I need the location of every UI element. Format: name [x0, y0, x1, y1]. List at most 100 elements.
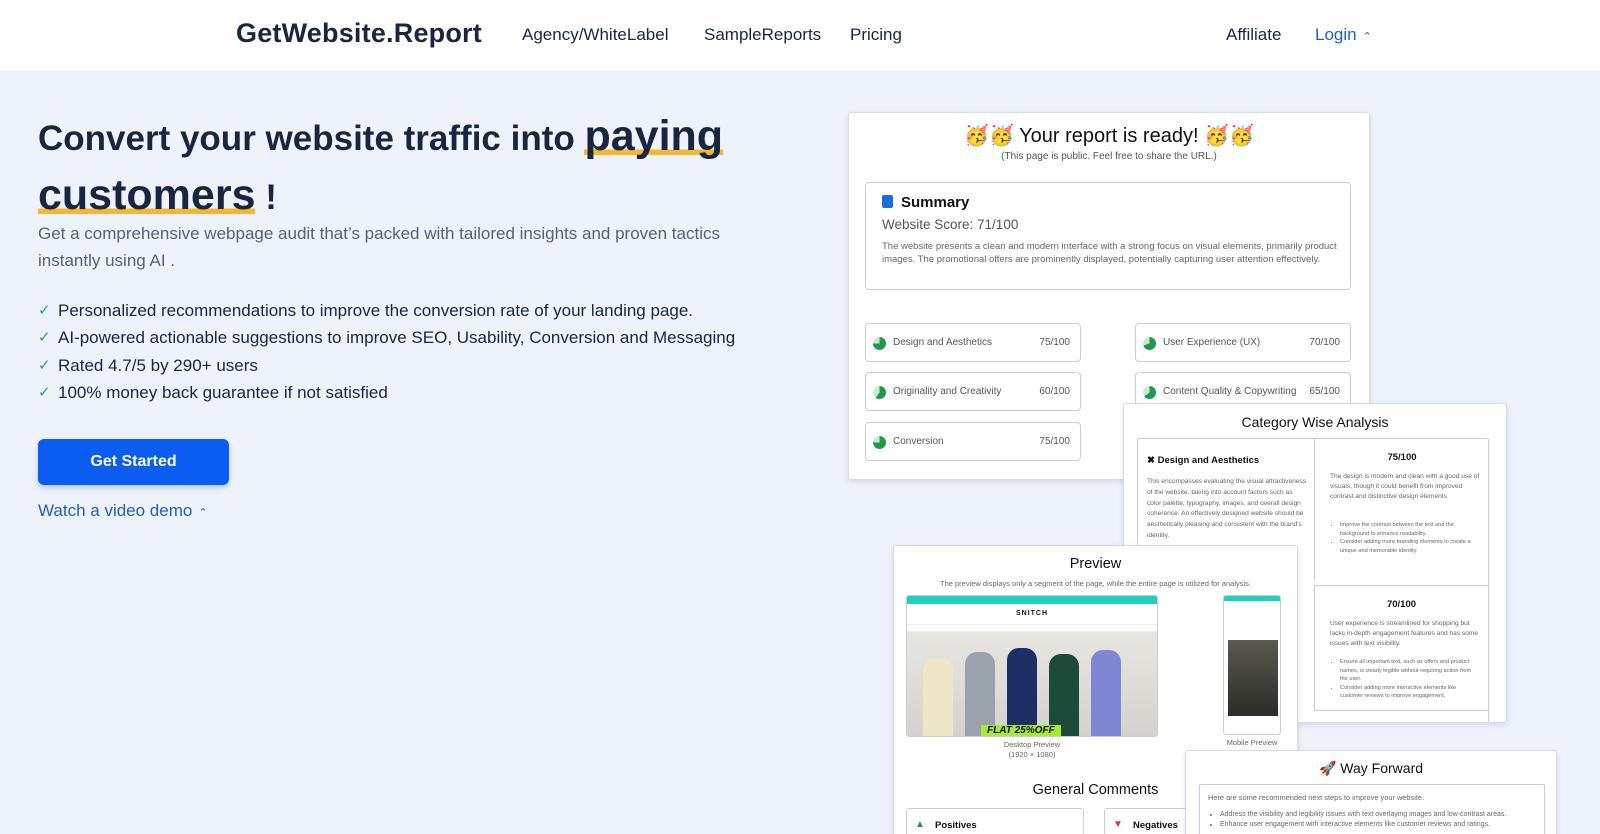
score-pie-icon [873, 436, 886, 449]
brand-logo[interactable]: GetWebsite.Report [236, 18, 482, 49]
nav-link-pricing[interactable]: Pricing [850, 25, 902, 45]
category-name: Design and Aesthetics [893, 337, 992, 348]
way-forward-bullets: Address the visibility and legibility is… [1208, 810, 1538, 829]
hero-title: Convert your website traffic into paying… [38, 108, 798, 226]
nav-link-sample-reports[interactable]: SampleReports [704, 25, 821, 45]
desktop-preview-image: SNITCH FLAT 25%OFF [906, 595, 1158, 737]
site-logo: SNITCH [1015, 610, 1049, 617]
report-note: (This page is public. Feel free to share… [1001, 151, 1217, 162]
way-forward-title: Way Forward [1340, 760, 1424, 776]
way-forward-text: Here are some recommended next steps to … [1208, 793, 1425, 802]
category-analysis-heading: ✖ Design and Aesthetics [1147, 455, 1259, 466]
hero-title-highlight-1: paying [584, 112, 724, 160]
panel-bullets: Improve the contrast between the text an… [1330, 521, 1480, 555]
top-navbar: GetWebsite.Report Agency/WhiteLabel Samp… [0, 0, 1600, 70]
models-photo: FLAT 25%OFF [907, 632, 1157, 736]
mobile-topbar [1224, 596, 1280, 601]
mobile-preview-image [1223, 595, 1281, 735]
desktop-caption: Desktop Preview (1920 × 1080) [906, 740, 1158, 760]
panel-bullet: Ensure all important text, such as offer… [1340, 658, 1480, 684]
positives-box: ▲ Positives [906, 808, 1084, 834]
desktop-caption-label: Desktop Preview [1003, 740, 1061, 749]
panel-bullets: Ensure all important text, such as offer… [1330, 658, 1480, 701]
person-figure [1007, 648, 1037, 736]
summary-text: The website presents a clean and modern … [882, 241, 1337, 265]
category-name: Conversion [893, 436, 944, 447]
mobile-caption: Mobile Preview [1226, 738, 1278, 747]
feature-item: ✓ Rated 4.7/5 by 290+ users [38, 352, 735, 379]
preview-title: Preview [1069, 556, 1122, 572]
person-figure [1091, 650, 1121, 736]
document-icon [882, 195, 893, 208]
person-figure [923, 658, 953, 736]
feature-text: Rated 4.7/5 by 290+ users [58, 355, 258, 375]
thumbs-up-icon: ▲ [915, 819, 925, 830]
summary-heading: Summary [882, 194, 969, 211]
summary-title: Summary [901, 194, 970, 211]
negatives-label: Negatives [1133, 820, 1178, 831]
check-icon: ✓ [38, 329, 51, 347]
score-pie-icon [1143, 337, 1156, 350]
way-forward-bullet: Address the visibility and legibility is… [1220, 810, 1538, 820]
panel-bullet: Improve the contrast between the text an… [1340, 521, 1480, 538]
panel-description: The design is modern and clean with a go… [1330, 473, 1480, 500]
panel-score: 75/100 [1387, 452, 1417, 463]
desktop-caption-size: (1920 × 1080) [1008, 750, 1056, 759]
category-score: 65/100 [1309, 386, 1340, 397]
category-analysis-text: This encompasses evaluating the visual a… [1147, 478, 1307, 539]
category-analysis-head-text: Design and Aesthetics [1157, 455, 1260, 466]
category-name: User Experience (UX) [1163, 337, 1261, 348]
site-offer-strip [907, 624, 1157, 632]
way-forward-card: 🚀 Way Forward Here are some recommended … [1185, 750, 1557, 834]
panel-bullet: Consider adding more branding elements t… [1340, 538, 1480, 555]
get-started-button[interactable]: Get Started [38, 439, 229, 485]
panel-description: User experience is streamlined for shopp… [1330, 620, 1479, 647]
score-pie-icon [1143, 386, 1156, 399]
feature-item: ✓ 100% money back guarantee if not satisf… [38, 379, 735, 406]
category-chip: Conversion 75/100 [865, 422, 1081, 461]
score-pie-icon [873, 386, 886, 399]
way-forward-heading: 🚀 Way Forward [1186, 760, 1556, 777]
feature-text: Personalized recommendations to improve … [58, 301, 694, 320]
panel-score: 70/100 [1386, 599, 1417, 610]
score-panel: 70/100 User experience is streamlined fo… [1314, 585, 1489, 711]
website-score: Website Score: 71/100 [882, 217, 1019, 232]
way-forward-bullet: Enhance user engagement with interactive… [1220, 820, 1538, 830]
category-name: Originality and Creativity [893, 386, 1002, 397]
preview-note: The preview displays only a segment of t… [939, 579, 1251, 588]
demo-caret-icon: ⌃ [198, 507, 208, 519]
category-score: 75/100 [1039, 436, 1070, 447]
hero-title-highlight-2: customers [38, 171, 256, 219]
check-icon: ✓ [38, 356, 51, 374]
rocket-icon: 🚀 [1318, 760, 1341, 776]
feature-item: ✓ Personalized recommendations to improve… [38, 297, 735, 324]
category-score: 75/100 [1039, 337, 1070, 348]
login-label: Login [1315, 25, 1357, 44]
nav-login-link[interactable]: Login ⌃ [1315, 25, 1372, 45]
hero-subtitle: Get a comprehensive webpage audit that’s… [38, 224, 720, 270]
category-chip: User Experience (UX) 70/100 [1135, 323, 1351, 362]
score-pie-icon [873, 337, 886, 350]
positives-label: Positives [935, 820, 977, 831]
feature-text: AI-powered actionable suggestions to imp… [58, 328, 736, 348]
category-name: Content Quality & Copywriting [1163, 386, 1297, 397]
login-caret-icon: ⌃ [1362, 31, 1372, 43]
score-panel: 75/100 The design is modern and clean wi… [1314, 439, 1489, 581]
site-topbar [907, 596, 1157, 604]
report-title: 🥳🥳 Your report is ready! 🥳🥳 [964, 125, 1254, 147]
category-score: 60/100 [1039, 386, 1070, 397]
panel-bullet: Consider adding more interactive element… [1340, 684, 1480, 701]
hero-title-lead: Convert your website traffic into [38, 119, 585, 158]
sale-banner: FLAT 25%OFF [981, 725, 1061, 736]
category-analysis-title: Category Wise Analysis [1241, 414, 1389, 430]
palette-icon: ✖ [1147, 455, 1158, 466]
nav-link-agency[interactable]: Agency/WhiteLabel [522, 25, 668, 45]
nav-link-affiliate[interactable]: Affiliate [1226, 25, 1281, 45]
category-chip: Design and Aesthetics 75/100 [865, 323, 1081, 362]
way-forward-box: Here are some recommended next steps to … [1199, 784, 1545, 834]
check-icon: ✓ [38, 383, 51, 401]
watch-demo-link[interactable]: Watch a video demo ⌃ [38, 501, 208, 521]
feature-text: 100% money back guarantee if not satisfi… [58, 382, 388, 402]
thumbs-down-icon: ▼ [1113, 819, 1123, 830]
category-chip: Originality and Creativity 60/100 [865, 372, 1081, 411]
